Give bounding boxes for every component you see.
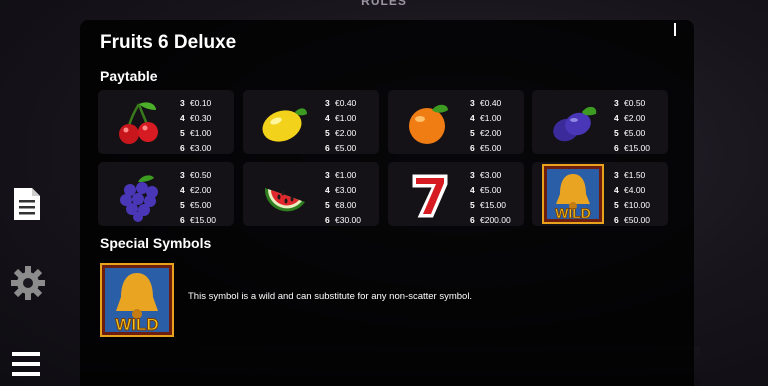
svg-text:WILD: WILD xyxy=(115,315,158,334)
paytable-card-cherry: 3 €0.10 4 €0.30 5 €1.00 6 €3.00 xyxy=(98,90,234,154)
special-symbols-heading: Special Symbols xyxy=(100,235,212,251)
seven-icon xyxy=(402,168,456,222)
bell-wild-icon: WILD xyxy=(100,263,174,337)
paytable-card-plum: 3 €0.50 4 €2.00 5 €5.00 6 €15.00 xyxy=(532,90,668,154)
menu-hamburger-icon[interactable] xyxy=(10,350,44,383)
page-title: Fruits 6 Deluxe xyxy=(100,32,237,53)
bell-wild-icon: WILD xyxy=(542,164,604,224)
cherry-icon xyxy=(112,96,166,150)
paytable-card-orange: 3 €0.40 4 €1.00 5 €2.00 6 €5.00 xyxy=(388,90,524,154)
paytable-card-seven: 3 €3.00 4 €5.00 5 €15.00 6 €200.00 xyxy=(388,162,524,226)
paytable-card-grapes: 3 €0.50 4 €2.00 5 €5.00 6 €15.00 xyxy=(98,162,234,226)
plum-icon xyxy=(546,96,600,150)
payout-list: 3 €0.10 4 €0.30 5 €1.00 6 €3.00 xyxy=(180,98,212,153)
paytable-document-icon[interactable] xyxy=(10,186,42,227)
lemon-icon xyxy=(257,96,311,150)
paytable-card-lemon: 3 €0.40 4 €1.00 5 €2.00 6 €5.00 xyxy=(243,90,379,154)
watermelon-icon xyxy=(257,168,311,222)
orange-icon xyxy=(402,96,456,150)
payout-list: 3 €0.40 4 €1.00 5 €2.00 6 €5.00 xyxy=(470,98,502,153)
payout-list: 3 €0.50 4 €2.00 5 €5.00 6 €15.00 xyxy=(180,170,216,225)
payout-list: 3 €1.00 4 €3.00 5 €8.00 6 €30.00 xyxy=(325,170,361,225)
scrollbar[interactable] xyxy=(674,23,676,36)
grapes-icon xyxy=(112,168,166,222)
svg-text:WILD: WILD xyxy=(555,205,591,221)
paytable-card-watermelon: 3 €1.00 4 €3.00 5 €8.00 6 €30.00 xyxy=(243,162,379,226)
payout-list: 3 €0.50 4 €2.00 5 €5.00 6 €15.00 xyxy=(614,98,650,153)
payout-list: 3 €3.00 4 €5.00 5 €15.00 6 €200.00 xyxy=(470,170,511,225)
header-partial-text: RULES xyxy=(361,0,407,8)
payout-list: 3 €0.40 4 €1.00 5 €2.00 6 €5.00 xyxy=(325,98,357,153)
paytable-card-wild: WILD 3 €1.50 4 €4.00 5 €10.00 6 €50.00 xyxy=(532,162,668,226)
settings-gear-icon[interactable] xyxy=(10,265,46,306)
wild-description: This symbol is a wild and can substitute… xyxy=(188,291,473,302)
payout-list: 3 €1.50 4 €4.00 5 €10.00 6 €50.00 xyxy=(614,170,650,225)
paytable-heading: Paytable xyxy=(100,68,158,84)
